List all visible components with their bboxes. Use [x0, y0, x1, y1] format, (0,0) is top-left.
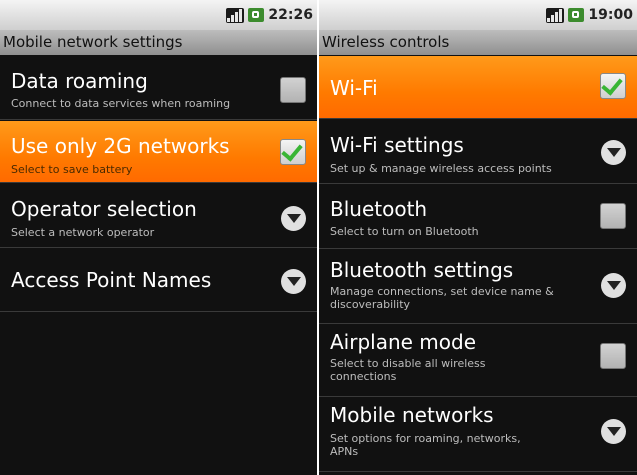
screen-title: Mobile network settings: [0, 30, 317, 55]
pref-summary: Select to turn on Bluetooth: [330, 225, 479, 238]
chevron-down-icon: [601, 140, 626, 165]
pref-title: Access Point Names: [11, 268, 212, 292]
checkbox[interactable]: [600, 343, 626, 369]
checkbox[interactable]: [280, 139, 306, 165]
pref-summary: Connect to data services when roaming: [11, 97, 231, 110]
chevron-down-icon: [281, 206, 306, 231]
screen-title: Wireless controls: [319, 30, 637, 55]
pref-data-roaming[interactable]: Data roaming Connect to data services wh…: [0, 57, 317, 120]
signal-icon: [546, 7, 565, 23]
pref-title: Operator selection: [11, 197, 197, 221]
battery-icon: [248, 8, 265, 22]
pref-mobile-networks[interactable]: Mobile networks Set options for roaming,…: [319, 398, 637, 472]
pref-operator-selection[interactable]: Operator selection Select a network oper…: [0, 184, 317, 248]
checkbox[interactable]: [600, 73, 626, 99]
check-icon: [601, 73, 623, 96]
pref-airplane-mode[interactable]: Airplane mode Select to disable all wire…: [319, 325, 637, 397]
checkbox[interactable]: [280, 77, 306, 103]
pref-title: Wi-Fi: [330, 76, 378, 100]
pref-title: Use only 2G networks: [11, 134, 230, 158]
status-bar: 19:00: [319, 0, 637, 30]
status-time: 22:26: [268, 7, 313, 23]
pref-title: Bluetooth settings: [330, 258, 514, 282]
checkbox[interactable]: [600, 203, 626, 229]
check-icon: [281, 139, 303, 162]
status-bar: 22:26: [0, 0, 317, 30]
pref-wifi-settings[interactable]: Wi-Fi settings Set up & manage wireless …: [319, 120, 637, 184]
chevron-down-icon: [601, 419, 626, 444]
pref-summary: Manage connections, set device name & di…: [330, 285, 554, 311]
status-time: 19:00: [588, 7, 633, 23]
pref-summary: Set options for roaming, networks, APNs: [330, 432, 521, 458]
pref-use-only-2g[interactable]: Use only 2G networks Select to save batt…: [0, 121, 317, 183]
pref-bluetooth[interactable]: Bluetooth Select to turn on Bluetooth: [319, 185, 637, 249]
chevron-down-icon: [601, 273, 626, 298]
mobile-network-settings-screen: 22:26 Mobile network settings Data roami…: [0, 0, 317, 475]
pref-title: Mobile networks: [330, 403, 494, 427]
pref-summary: Select a network operator: [11, 226, 155, 239]
signal-icon: [226, 7, 245, 23]
pref-access-point-names[interactable]: Access Point Names: [0, 249, 317, 312]
pref-bluetooth-settings[interactable]: Bluetooth settings Manage connections, s…: [319, 250, 637, 324]
wireless-controls-screen: 19:00 Wireless controls Wi-Fi Wi-Fi sett…: [319, 0, 637, 475]
battery-icon: [568, 8, 585, 22]
chevron-down-icon: [281, 269, 306, 294]
pref-summary: Select to save battery: [11, 163, 133, 176]
pref-title: Data roaming: [11, 69, 148, 93]
pref-title: Bluetooth: [330, 197, 428, 221]
pref-title: Airplane mode: [330, 330, 477, 354]
pref-summary: Select to disable all wireless connectio…: [330, 357, 486, 383]
pref-summary: Set up & manage wireless access points: [330, 162, 552, 175]
pref-title: Wi-Fi settings: [330, 133, 464, 157]
pref-wifi[interactable]: Wi-Fi: [319, 56, 637, 119]
